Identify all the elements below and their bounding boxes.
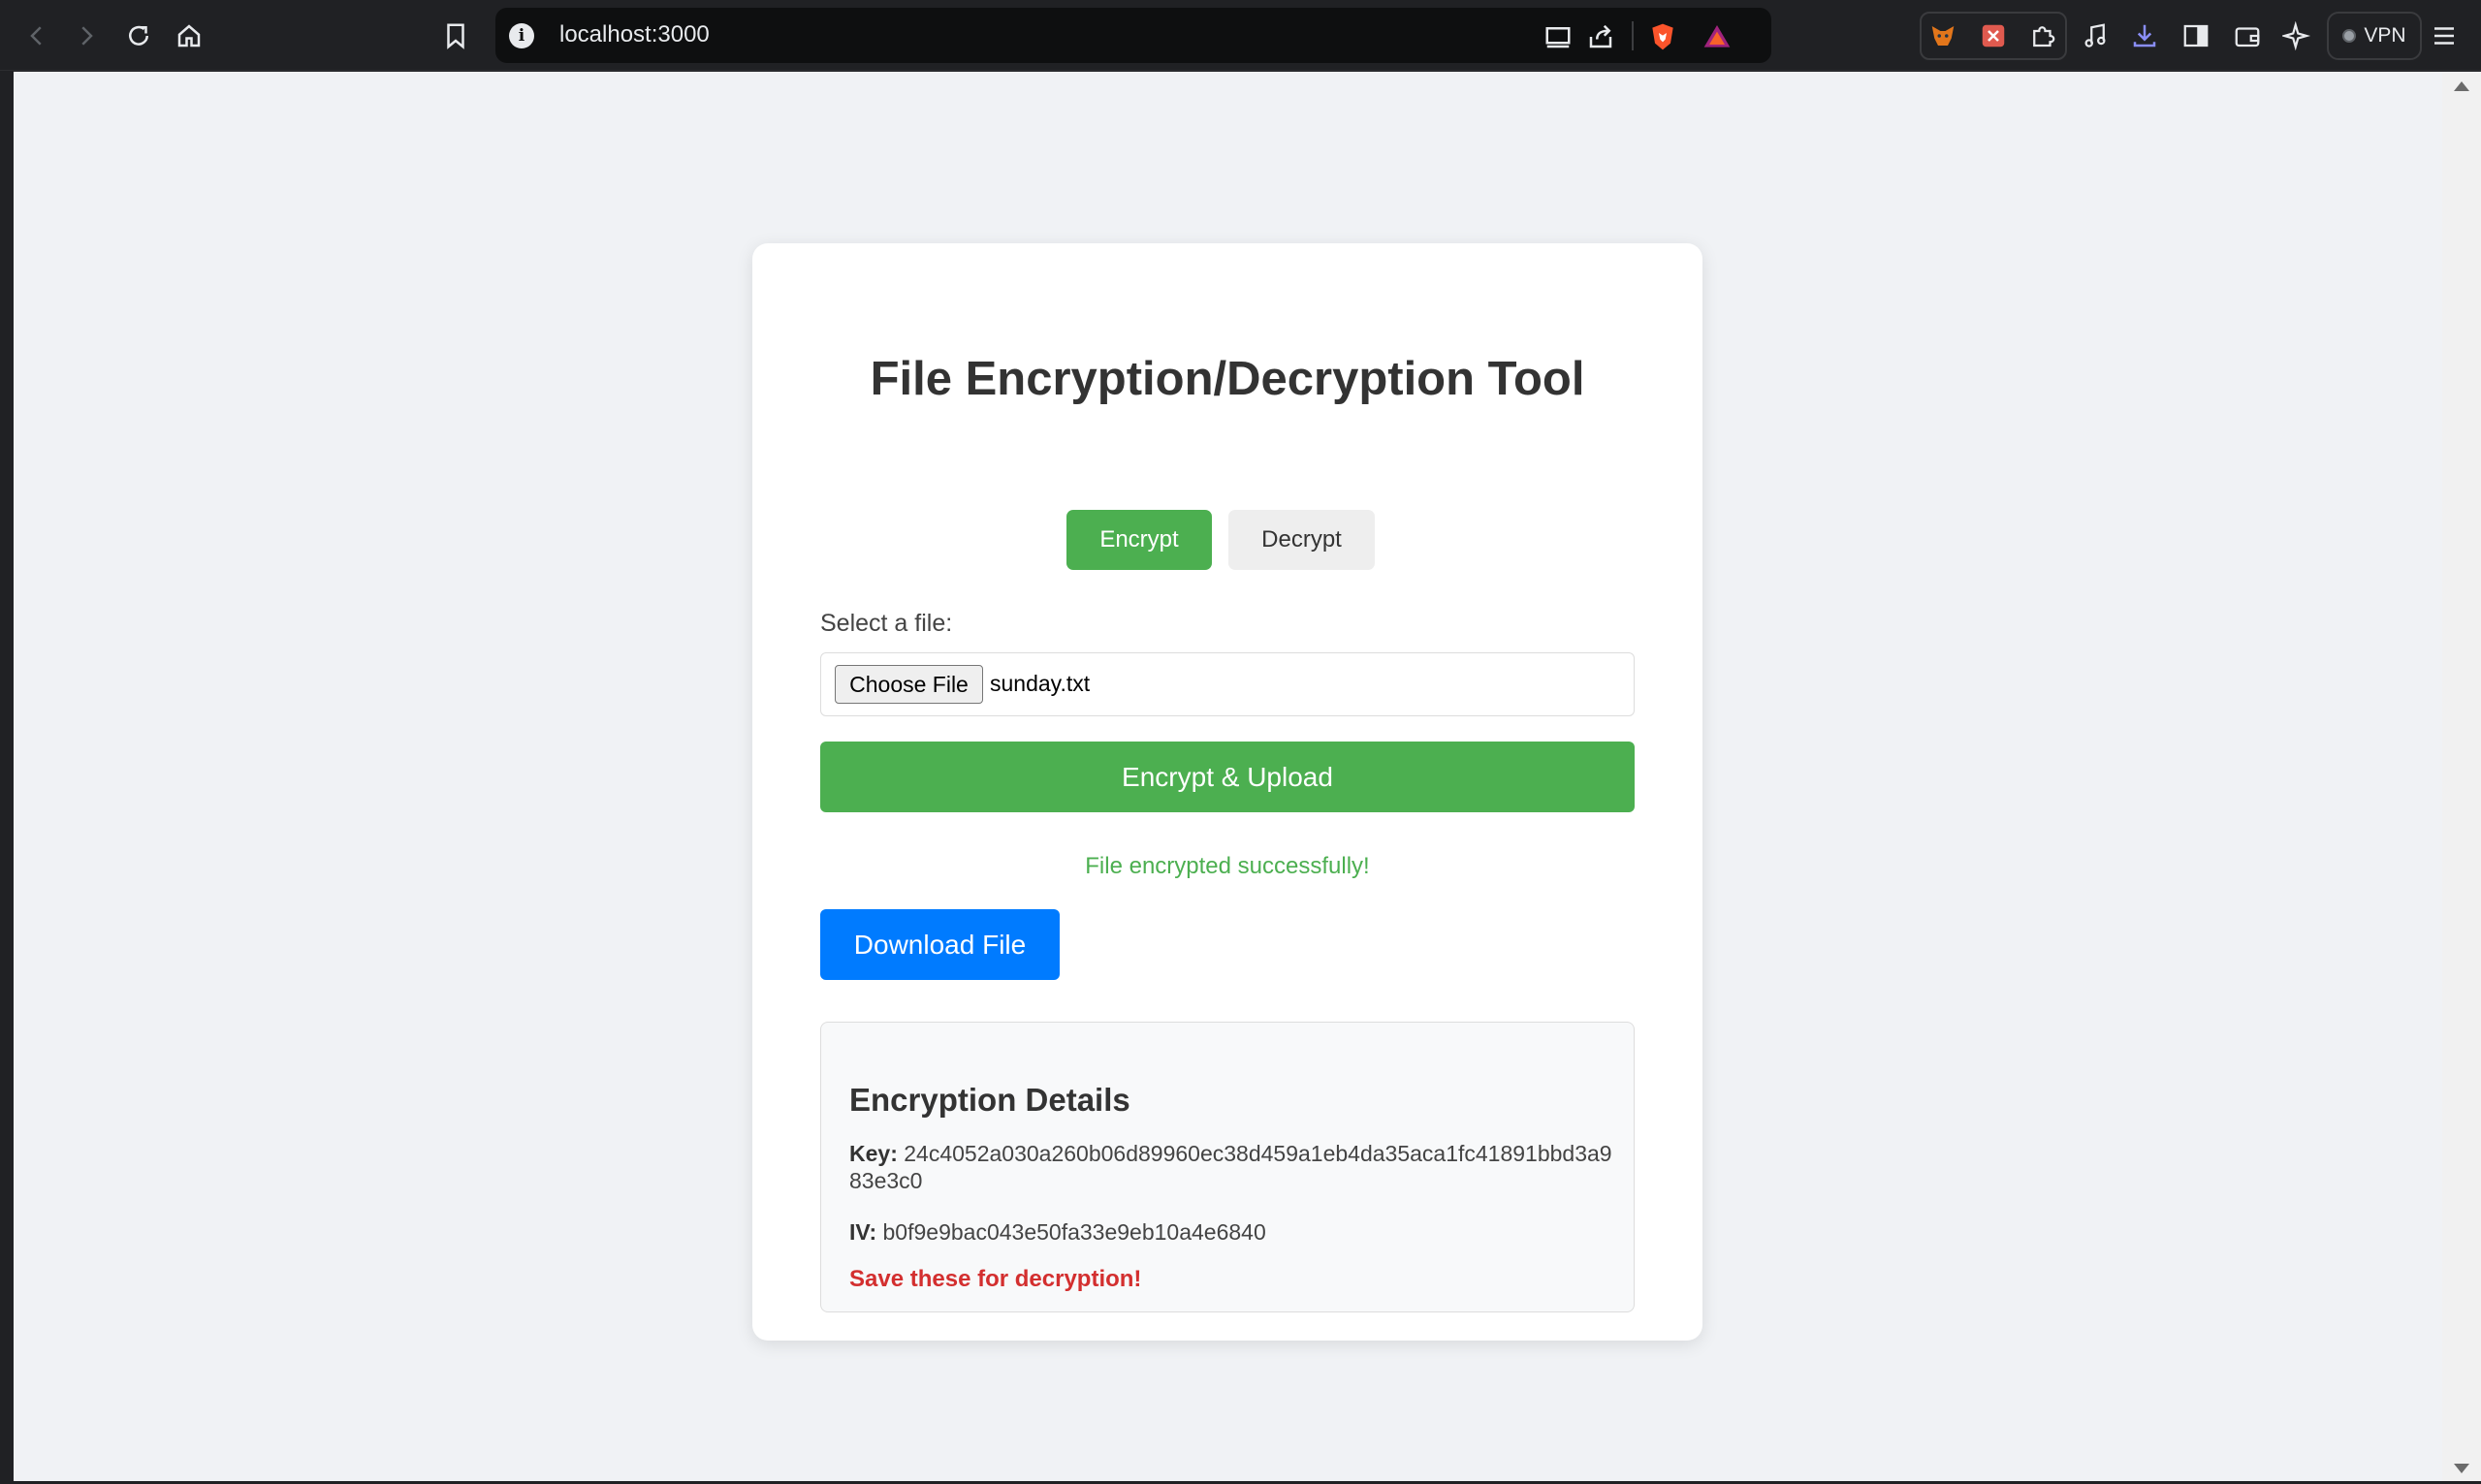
encryption-details-panel: Encryption Details Key: 24c4052a030a260b… <box>820 1022 1635 1312</box>
metamask-icon[interactable] <box>1924 17 1961 54</box>
back-icon[interactable] <box>18 17 55 54</box>
iv-row: IV: b0f9e9bac043e50fa33e9eb10a4e6840 <box>849 1218 1615 1246</box>
url-separator <box>1632 21 1634 50</box>
music-icon[interactable] <box>2077 17 2114 54</box>
decrypt-mode-button[interactable]: Decrypt <box>1228 510 1375 570</box>
info-icon[interactable]: i <box>509 23 534 48</box>
menu-icon[interactable] <box>2426 17 2463 54</box>
puzzle-icon[interactable] <box>2024 17 2061 54</box>
file-input[interactable]: Choose File sunday.txt <box>820 652 1635 716</box>
forward-icon[interactable] <box>68 17 105 54</box>
share-icon[interactable] <box>1585 21 1616 52</box>
page-title: File Encryption/Decryption Tool <box>870 353 1585 405</box>
download-icon[interactable] <box>2126 17 2163 54</box>
key-label: Key: <box>849 1141 898 1166</box>
brave-rewards-icon[interactable] <box>1702 21 1733 52</box>
iv-value: b0f9e9bac043e50fa33e9eb10a4e6840 <box>882 1219 1266 1245</box>
url-text[interactable]: localhost:3000 <box>559 21 710 48</box>
save-warning: Save these for decryption! <box>849 1266 1142 1292</box>
browser-toolbar: i localhost:3000 VPN <box>0 0 2481 71</box>
extension-icon[interactable] <box>1975 17 2012 54</box>
scroll-up-icon[interactable] <box>2454 81 2469 91</box>
iv-label: IV: <box>849 1219 877 1245</box>
tool-card: File Encryption/Decryption Tool Encrypt … <box>752 243 1702 1341</box>
page-viewport: File Encryption/Decryption Tool Encrypt … <box>14 72 2442 1481</box>
vertical-scrollbar[interactable] <box>2442 72 2481 1484</box>
home-icon[interactable] <box>171 17 207 54</box>
vpn-button[interactable]: VPN <box>2327 12 2422 60</box>
selected-file-name: sunday.txt <box>990 671 1091 696</box>
vpn-status-icon <box>2342 29 2357 43</box>
reload-icon[interactable] <box>120 17 157 54</box>
scroll-down-icon[interactable] <box>2454 1464 2469 1473</box>
leo-ai-icon[interactable] <box>2278 17 2315 54</box>
brave-shield-icon[interactable] <box>1647 21 1678 52</box>
address-bar[interactable]: i localhost:3000 <box>495 8 1771 63</box>
key-value: 24c4052a030a260b06d89960ec38d459a1eb4da3… <box>849 1141 1612 1193</box>
choose-file-button[interactable]: Choose File <box>835 665 983 704</box>
cast-icon[interactable] <box>1543 21 1574 52</box>
details-title: Encryption Details <box>849 1082 1130 1118</box>
key-row: Key: 24c4052a030a260b06d89960ec38d459a1e… <box>849 1140 1615 1194</box>
encrypt-upload-button[interactable]: Encrypt & Upload <box>820 742 1635 812</box>
download-file-button[interactable]: Download File <box>820 909 1060 980</box>
vpn-label: VPN <box>2364 24 2406 47</box>
encrypt-mode-button[interactable]: Encrypt <box>1066 510 1212 570</box>
wallet-icon[interactable] <box>2229 17 2266 54</box>
file-select-label: Select a file: <box>820 610 953 637</box>
status-message: File encrypted successfully! <box>1085 853 1370 879</box>
bookmark-icon[interactable] <box>437 17 474 54</box>
sidebar-icon[interactable] <box>2178 17 2214 54</box>
